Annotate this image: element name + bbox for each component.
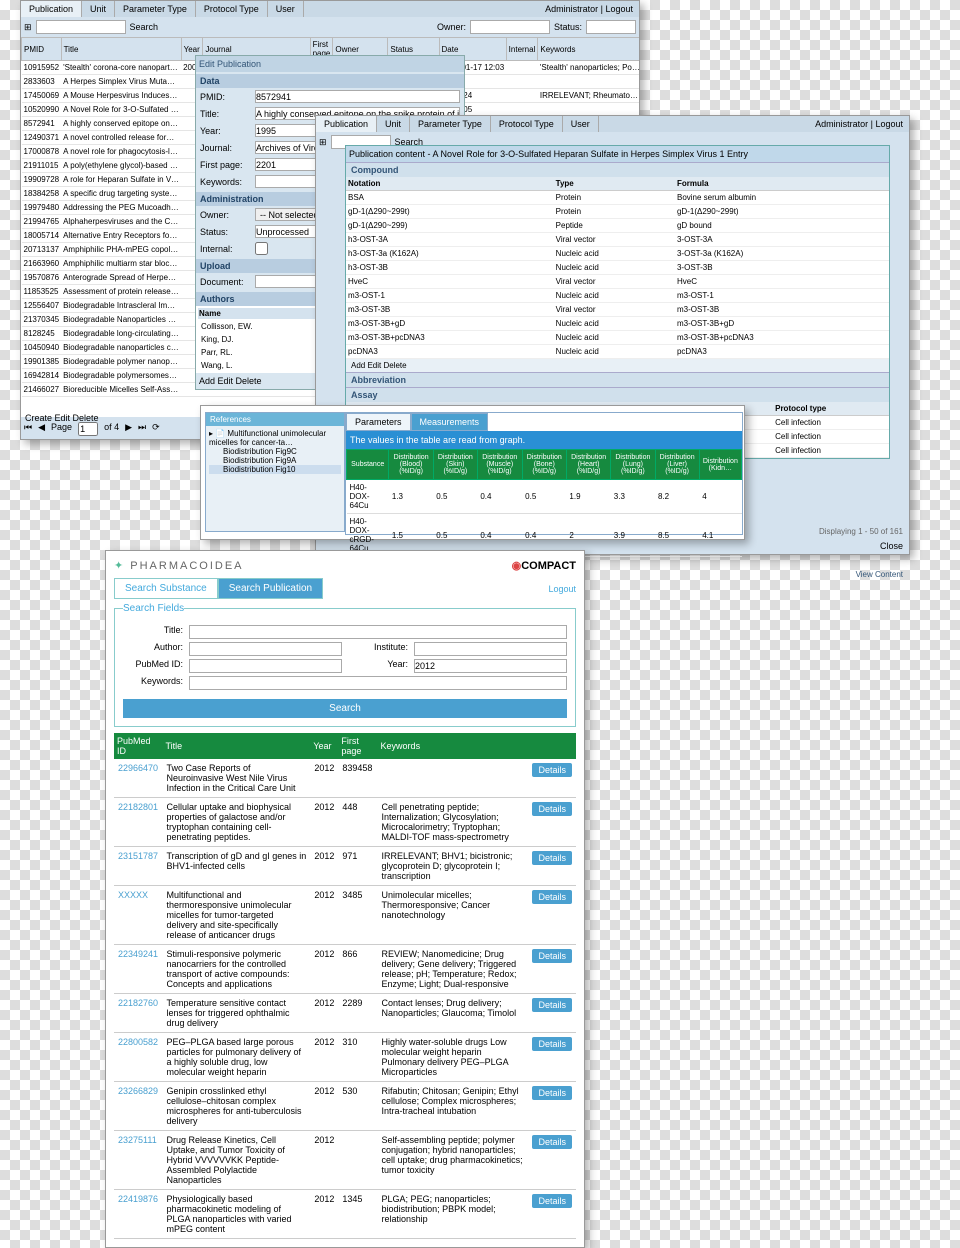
table-row[interactable]: h3-OST-3BNucleic acid3-OST-3B	[346, 261, 889, 275]
keywords-input[interactable]	[189, 676, 567, 690]
table-row[interactable]: m3-OST-3B+gDNucleic acidm3-OST-3B+gD	[346, 317, 889, 331]
compact-logo: ◉COMPACT	[512, 559, 576, 572]
graph-note: The values in the table are read from gr…	[346, 431, 742, 449]
tab-search-substance[interactable]: Search Substance	[114, 578, 218, 599]
page-input[interactable]	[78, 422, 98, 436]
details-button[interactable]: Details	[532, 802, 572, 816]
distribution-grid: SubstanceDistribution (Blood) (%ID/g)Dis…	[346, 449, 742, 557]
details-button[interactable]: Details	[532, 890, 572, 904]
internal-check[interactable]	[255, 242, 268, 255]
main-tabs: Publication Unit Parameter Type Protocol…	[21, 1, 639, 17]
tab-paramtype[interactable]: Parameter Type	[115, 1, 196, 17]
tab-unit[interactable]: Unit	[82, 1, 115, 17]
pmid-input[interactable]	[255, 90, 460, 103]
tree-item[interactable]: Biodistribution Fig9A	[209, 456, 341, 465]
tree-root[interactable]: ▸ 📄 Multifunctional unimolecular micelle…	[209, 429, 341, 447]
pubmedid-input[interactable]	[189, 659, 342, 673]
search-toolbar: ⊞ Search Owner: Status:	[21, 17, 639, 37]
table-row[interactable]: HveCViral vectorHveC	[346, 275, 889, 289]
tab-parameters[interactable]: Parameters	[346, 413, 411, 431]
pharmacoidea-logo: ✦ PHARMACOIDEA	[114, 559, 244, 572]
expand-icon[interactable]: ⊞	[24, 22, 32, 33]
tab-publication[interactable]: Publication	[21, 1, 82, 17]
table-row[interactable]: h3-OST-3a (K162A)Nucleic acid3-OST-3a (K…	[346, 247, 889, 261]
references-panel: References ▸ 📄 Multifunctional unimolecu…	[205, 412, 345, 532]
pager-first-icon[interactable]: ⏮	[24, 422, 32, 436]
year-input[interactable]	[414, 659, 567, 673]
refresh-icon[interactable]: ⟳	[152, 422, 160, 436]
search-input[interactable]	[36, 20, 126, 34]
details-button[interactable]: Details	[532, 1135, 572, 1149]
search-window: ✦ PHARMACOIDEA◉COMPACT Search SubstanceS…	[105, 550, 585, 1248]
compound-grid: NotationTypeFormulaBSAProteinBovine seru…	[346, 177, 889, 359]
tab-search-publication[interactable]: Search Publication	[218, 578, 323, 599]
grid-actions[interactable]: Create Edit Delete	[25, 413, 99, 423]
title-input[interactable]	[189, 625, 567, 639]
table-row[interactable]: m3-OST-3BViral vectorm3-OST-3B	[346, 303, 889, 317]
table-row[interactable]: m3-OST-1Nucleic acidm3-OST-1	[346, 289, 889, 303]
parameters-panel: ParametersMeasurements The values in the…	[345, 412, 743, 535]
tree-item-selected[interactable]: Biodistribution Fig10	[209, 465, 341, 474]
tab-user[interactable]: User	[268, 1, 304, 17]
logout-link[interactable]: Logout	[548, 584, 576, 594]
table-row[interactable]: 22800582PEG–PLGA based large porous part…	[114, 1033, 576, 1082]
details-button[interactable]: Details	[532, 851, 572, 865]
table-row[interactable]: 23266829Genipin crosslinked ethyl cellul…	[114, 1082, 576, 1131]
pager-last-icon[interactable]: ⏭	[138, 422, 146, 436]
tab-measurements[interactable]: Measurements	[411, 413, 489, 431]
search-fields: Search Fields Title: Author:Institute: P…	[114, 603, 576, 727]
table-row[interactable]: gD-1(Δ290~299)PeptidegD bound	[346, 219, 889, 233]
table-row[interactable]: 22182801Cellular uptake and biophysical …	[114, 798, 576, 847]
search-button[interactable]: Search	[123, 699, 567, 718]
details-button[interactable]: Details	[532, 949, 572, 963]
pager-prev-icon[interactable]: ◀	[38, 422, 45, 436]
table-row[interactable]: 22182760Temperature sensitive contact le…	[114, 994, 576, 1033]
details-button[interactable]: Details	[532, 998, 572, 1012]
details-button[interactable]: Details	[532, 1086, 572, 1100]
status-label: Status:	[554, 22, 582, 32]
table-row[interactable]: h3-OST-3AViral vector3-OST-3A	[346, 233, 889, 247]
author-input[interactable]	[189, 642, 342, 656]
close-button[interactable]: Close	[880, 541, 903, 551]
details-button[interactable]: Details	[532, 1194, 572, 1208]
owner-select[interactable]	[470, 20, 550, 34]
tab-protocoltype[interactable]: Protocol Type	[196, 1, 268, 17]
table-row[interactable]: 22349241Stimuli-responsive polymeric nan…	[114, 945, 576, 994]
table-row[interactable]: pcDNA3Nucleic acidpcDNA3	[346, 345, 889, 359]
owner-label: Owner:	[437, 22, 466, 32]
pager-next-icon[interactable]: ▶	[125, 422, 132, 436]
dialog-title: Edit Publication	[196, 56, 464, 72]
tree-item[interactable]: Biodistribution Fig9C	[209, 447, 341, 456]
compound-actions[interactable]: Add Edit Delete	[346, 359, 889, 372]
details-button[interactable]: Details	[532, 763, 572, 777]
institute-input[interactable]	[414, 642, 567, 656]
table-row[interactable]: 22419876Physiologically based pharmacoki…	[114, 1190, 576, 1239]
table-row[interactable]: 23275111Drug Release Kinetics, Cell Upta…	[114, 1131, 576, 1190]
table-row[interactable]: m3-OST-3B+pcDNA3Nucleic acidm3-OST-3B+pc…	[346, 331, 889, 345]
status-select[interactable]	[586, 20, 636, 34]
search-label: Search	[130, 22, 159, 32]
table-row[interactable]: 22966470Two Case Reports of Neuroinvasiv…	[114, 759, 576, 798]
table-row[interactable]: gD-1(Δ290~299t)ProteingD-1(Δ290~299t)	[346, 205, 889, 219]
content-title: Publication content - A Novel Role for 3…	[346, 146, 889, 162]
table-row[interactable]: H40-DOX-64Cu1.30.50.40.51.93.38.24	[347, 480, 742, 514]
admin-links[interactable]: Administrator | Logout	[539, 1, 639, 17]
results-grid: PubMed IDTitleYearFirst pageKeywords2296…	[114, 733, 576, 1239]
details-button[interactable]: Details	[532, 1037, 572, 1051]
table-row[interactable]: 23151787Transcription of gD and gI genes…	[114, 847, 576, 886]
table-row[interactable]: BSAProteinBovine serum albumin	[346, 191, 889, 205]
table-row[interactable]: XXXXXMultifunctional and thermoresponsiv…	[114, 886, 576, 945]
